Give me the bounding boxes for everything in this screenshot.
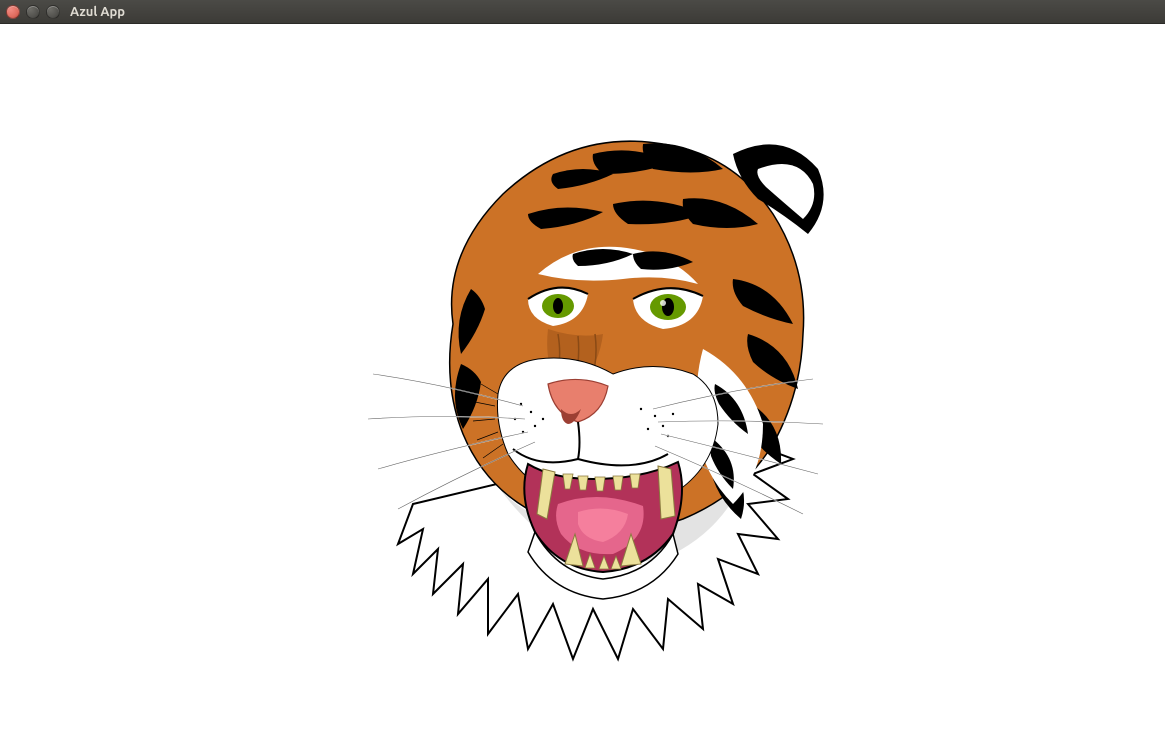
close-button[interactable] [6,5,20,19]
tiger-illustration [303,74,863,694]
window-titlebar: Azul App [0,0,1165,24]
window-title: Azul App [70,0,125,24]
maximize-button[interactable] [46,5,60,19]
tiger-svg [303,74,863,694]
window-controls [6,5,60,19]
minimize-button[interactable] [26,5,40,19]
content-area [0,24,1165,744]
